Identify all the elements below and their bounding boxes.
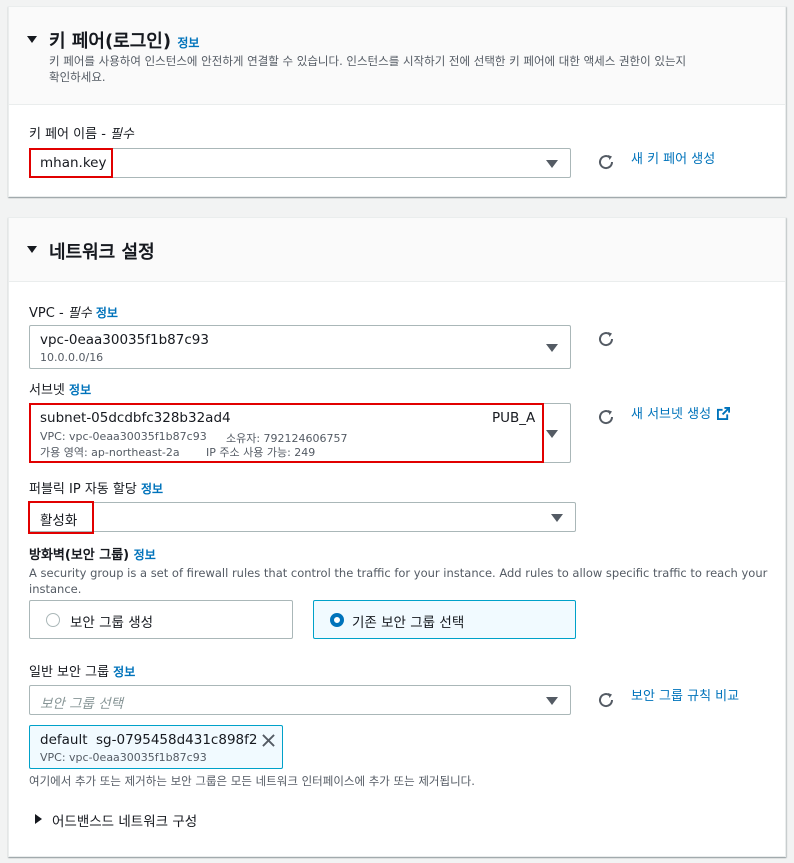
common-sg-note: 여기에서 추가 또는 제거하는 보안 그룹은 모든 네트워크 인터페이스에 추가… [29,774,475,788]
refresh-icon[interactable] [597,330,615,348]
network-panel: 네트워크 설정 VPC - 필수 정보 vpc-0eaa30035f1b87c9… [8,217,786,857]
vpc-label: VPC - 필수 정보 [29,302,118,321]
public-ip-label-text: 퍼블릭 IP 자동 할당 [29,482,137,497]
common-sg-select[interactable]: 보안 그룹 선택 [29,685,571,715]
create-sg-label: 보안 그룹 생성 [70,615,154,631]
dropdown-arrow-icon [546,697,558,705]
vpc-value: vpc-0eaa30035f1b87c93 [40,332,209,348]
sg-token-id: sg-0795458d431c898f2 [96,732,258,748]
public-ip-select[interactable]: 활성화 [29,502,576,532]
common-sg-label: 일반 보안 그룹 정보 [29,661,135,680]
firewall-description-line2: instance. [29,582,82,596]
keypair-label-text: 키 페어 이름 - [29,127,111,142]
vpc-info-link[interactable]: 정보 [96,306,118,320]
dropdown-arrow-icon [546,160,558,168]
keypair-panel: 키 페어(로그인) 정보 키 페어를 사용하여 인스턴스에 안전하게 연결할 수… [8,6,786,197]
public-ip-info-link[interactable]: 정보 [141,482,163,496]
keypair-highlight [29,148,113,178]
vpc-cidr: 10.0.0.0/16 [40,351,104,364]
dropdown-arrow-icon [551,514,563,522]
existing-sg-option[interactable]: 기존 보안 그룹 선택 [313,600,576,639]
required-marker: 필수 [67,306,92,321]
radio-on-icon[interactable] [330,613,344,627]
sg-token-vpc: VPC: vpc-0eaa30035f1b87c93 [40,751,207,764]
keypair-description-line1: 키 페어를 사용하여 인스턴스에 안전하게 연결할 수 있습니다. 인스턴스를 … [49,54,687,68]
vpc-label-text: VPC - [29,306,68,321]
existing-sg-label: 기존 보안 그룹 선택 [352,615,465,631]
expand-caret-icon[interactable] [35,814,42,824]
compare-sg-rules-link[interactable]: 보안 그룹 규칙 비교 [631,685,739,704]
dropdown-arrow-icon [546,430,558,438]
keypair-title: 키 페어(로그인) [49,31,172,52]
subnet-info-link[interactable]: 정보 [69,383,91,397]
create-subnet-link[interactable]: 새 서브넷 생성 [631,403,731,422]
refresh-icon[interactable] [597,691,615,709]
dropdown-arrow-icon [546,344,558,352]
subnet-label: 서브넷 정보 [29,379,91,398]
common-sg-label-text: 일반 보안 그룹 [29,665,110,680]
firewall-description-line1: A security group is a set of firewall ru… [29,566,768,580]
subnet-highlight [29,403,544,463]
collapse-caret-icon[interactable] [27,36,37,43]
close-icon[interactable] [262,734,275,747]
vpc-select[interactable]: vpc-0eaa30035f1b87c93 10.0.0.0/16 [29,325,571,369]
refresh-icon[interactable] [597,408,615,426]
advanced-network-toggle[interactable]: 어드밴스드 네트워크 구성 [52,810,197,830]
create-sg-option[interactable]: 보안 그룹 생성 [29,600,293,639]
collapse-caret-icon[interactable] [27,246,37,253]
external-link-icon [717,407,731,420]
common-sg-placeholder: 보안 그룹 선택 [40,696,124,712]
create-keypair-link[interactable]: 새 키 페어 생성 [631,148,715,167]
firewall-info-link[interactable]: 정보 [134,548,156,562]
firewall-label: 방화벽(보안 그룹) 정보 [29,544,156,563]
sg-token-name: default [40,732,88,748]
keypair-description: 키 페어를 사용하여 인스턴스에 안전하게 연결할 수 있습니다. 인스턴스를 … [49,53,779,85]
public-ip-label: 퍼블릭 IP 자동 할당 정보 [29,478,163,497]
refresh-icon[interactable] [597,153,615,171]
create-subnet-text: 새 서브넷 생성 [631,407,712,422]
common-sg-info-link[interactable]: 정보 [113,665,135,679]
public-ip-highlight [28,501,94,534]
keypair-panel-header[interactable]: 키 페어(로그인) 정보 키 페어를 사용하여 인스턴스에 안전하게 연결할 수… [9,7,785,105]
firewall-label-text: 방화벽(보안 그룹) [29,548,130,563]
sg-token: default sg-0795458d431c898f2 VPC: vpc-0e… [29,725,283,769]
required-marker: 필수 [110,127,134,142]
firewall-description: A security group is a set of firewall ru… [29,565,769,597]
keypair-info-link[interactable]: 정보 [177,36,199,50]
network-title: 네트워크 설정 [49,242,155,263]
keypair-field-label: 키 페어 이름 - 필수 [29,123,134,142]
keypair-title-wrap: 키 페어(로그인) 정보 [49,27,199,53]
subnet-label-text: 서브넷 [29,383,65,398]
keypair-description-line2: 확인하세요. [49,70,106,84]
radio-off-icon[interactable] [46,613,60,627]
network-panel-header[interactable]: 네트워크 설정 [9,218,785,282]
